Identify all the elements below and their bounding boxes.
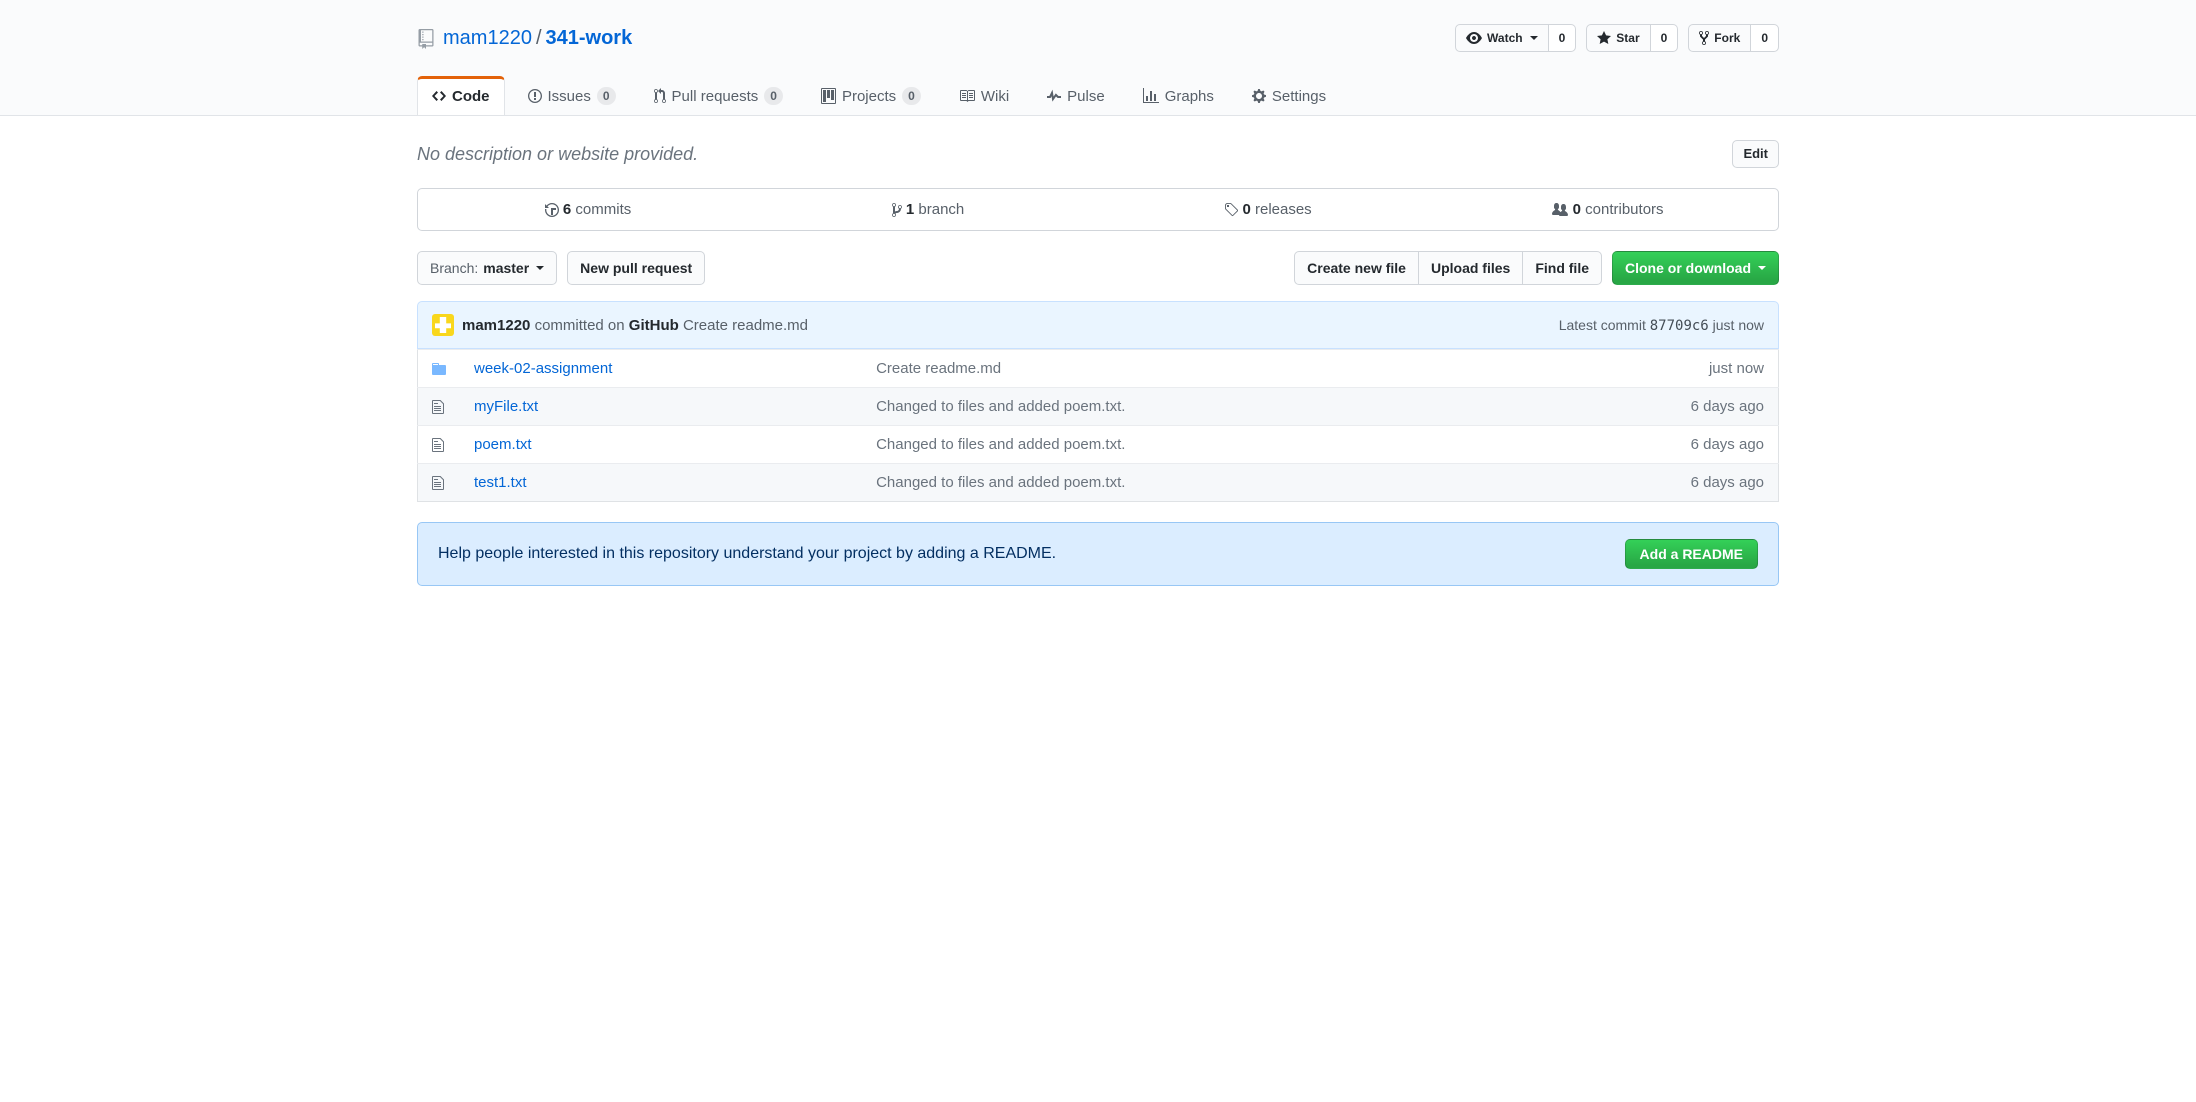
issue-icon	[528, 88, 542, 104]
projects-count: 0	[902, 87, 921, 105]
tab-wiki[interactable]: Wiki	[944, 76, 1024, 115]
watch-label: Watch	[1487, 28, 1523, 48]
repo-description: No description or website provided.	[417, 144, 698, 165]
files-table: week-02-assignment Create readme.mdjust n…	[417, 349, 1779, 502]
contributors-link[interactable]: 0 contributors	[1438, 189, 1778, 230]
chevron-down-icon	[1758, 266, 1766, 270]
file-commit-message[interactable]: Changed to files and added poem.txt.	[862, 388, 1532, 426]
repo-name-link[interactable]: 341-work	[546, 27, 633, 50]
fork-button[interactable]: Fork	[1688, 24, 1751, 52]
file-icon	[418, 388, 461, 426]
tab-pull-requests[interactable]: Pull requests 0	[639, 76, 798, 115]
branches-link[interactable]: 1 branch	[758, 189, 1098, 230]
table-row: test1.txt Changed to files and added poem…	[418, 464, 1779, 502]
file-link[interactable]: myFile.txt	[474, 398, 538, 415]
gear-icon	[1252, 88, 1266, 104]
repo-icon	[417, 27, 435, 50]
pulls-count: 0	[764, 87, 783, 105]
table-row: myFile.txt Changed to files and added poe…	[418, 388, 1779, 426]
repo-title: mam1220 / 341-work	[417, 27, 632, 50]
chevron-down-icon	[1530, 36, 1538, 40]
branch-icon	[892, 202, 902, 218]
commit-time: just now	[1713, 317, 1764, 333]
pull-request-icon	[654, 88, 666, 104]
file-age: just now	[1532, 350, 1778, 388]
file-icon	[418, 464, 461, 502]
upload-files-button[interactable]: Upload files	[1418, 251, 1522, 285]
fork-count[interactable]: 0	[1751, 24, 1779, 52]
table-row: poem.txt Changed to files and added poem.…	[418, 426, 1779, 464]
tab-projects[interactable]: Projects 0	[806, 76, 936, 115]
file-commit-message[interactable]: Changed to files and added poem.txt.	[862, 464, 1532, 502]
fork-icon	[1699, 30, 1709, 46]
tab-pulse[interactable]: Pulse	[1032, 76, 1120, 115]
star-icon	[1597, 30, 1611, 46]
history-icon	[545, 202, 559, 218]
path-separator: /	[536, 27, 542, 50]
find-file-button[interactable]: Find file	[1522, 251, 1602, 285]
file-icon	[418, 426, 461, 464]
latest-commit-bar: mam1220 committed on GitHub Create readm…	[417, 301, 1779, 349]
create-new-file-button[interactable]: Create new file	[1294, 251, 1418, 285]
pulse-icon	[1047, 88, 1061, 104]
watch-button[interactable]: Watch	[1455, 24, 1549, 52]
readme-prompt-text: Help people interested in this repositor…	[438, 545, 1056, 563]
readme-prompt: Help people interested in this repositor…	[417, 522, 1779, 586]
graph-icon	[1143, 88, 1159, 104]
tag-icon	[1224, 202, 1238, 218]
add-readme-button[interactable]: Add a README	[1625, 539, 1758, 569]
star-label: Star	[1616, 28, 1639, 48]
commit-sha[interactable]: 87709c6	[1650, 318, 1709, 334]
file-commit-message[interactable]: Create readme.md	[862, 350, 1532, 388]
tab-issues[interactable]: Issues 0	[513, 76, 631, 115]
new-pull-request-button[interactable]: New pull request	[567, 251, 705, 285]
repo-owner-link[interactable]: mam1220	[443, 27, 532, 50]
tab-settings[interactable]: Settings	[1237, 76, 1341, 115]
edit-description-button[interactable]: Edit	[1732, 140, 1779, 168]
code-icon	[432, 88, 446, 104]
people-icon	[1552, 202, 1568, 218]
file-commit-message[interactable]: Changed to files and added poem.txt.	[862, 426, 1532, 464]
fork-label: Fork	[1714, 28, 1740, 48]
file-age: 6 days ago	[1532, 388, 1778, 426]
commit-message[interactable]: Create readme.md	[683, 317, 808, 334]
clone-download-button[interactable]: Clone or download	[1612, 251, 1779, 285]
issues-count: 0	[597, 87, 616, 105]
star-count[interactable]: 0	[1651, 24, 1679, 52]
avatar[interactable]	[432, 314, 454, 336]
book-icon	[959, 88, 975, 104]
branch-select-button[interactable]: Branch: master	[417, 251, 557, 285]
tab-code[interactable]: Code	[417, 76, 505, 115]
file-link[interactable]: poem.txt	[474, 436, 532, 453]
file-age: 6 days ago	[1532, 464, 1778, 502]
repo-nav: Code Issues 0 Pull requests 0 Projects 0…	[417, 76, 1779, 115]
file-link[interactable]: test1.txt	[474, 474, 527, 491]
file-age: 6 days ago	[1532, 426, 1778, 464]
file-link[interactable]: week-02-assignment	[474, 360, 612, 377]
eye-icon	[1466, 30, 1482, 46]
chevron-down-icon	[536, 266, 544, 270]
tab-graphs[interactable]: Graphs	[1128, 76, 1229, 115]
commits-link[interactable]: 6 commits	[418, 189, 758, 230]
folder-icon	[418, 350, 461, 388]
star-button[interactable]: Star	[1586, 24, 1650, 52]
table-row: week-02-assignment Create readme.mdjust n…	[418, 350, 1779, 388]
committer-name[interactable]: mam1220	[462, 317, 530, 334]
repo-summary: 6 commits 1 branch 0 releases 0 contribu…	[417, 188, 1779, 231]
project-icon	[821, 88, 836, 104]
releases-link[interactable]: 0 releases	[1098, 189, 1438, 230]
watch-count[interactable]: 0	[1549, 24, 1577, 52]
